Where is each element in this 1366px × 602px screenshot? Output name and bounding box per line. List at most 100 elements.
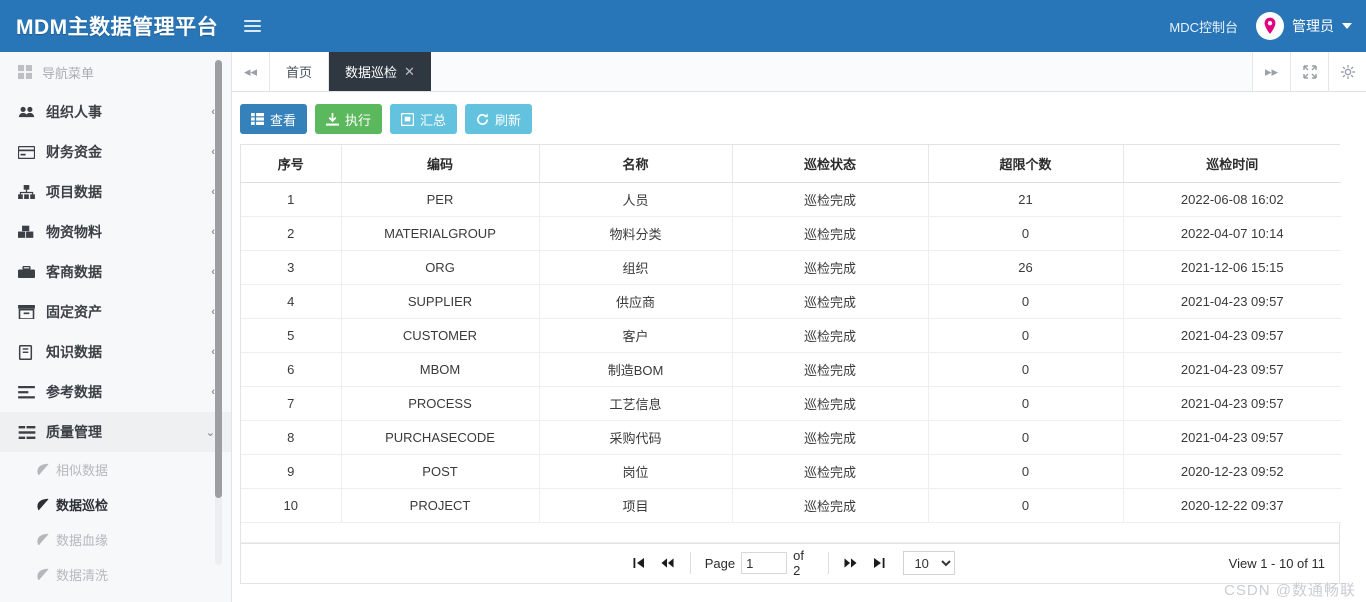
sidebar-subitem-data-lineage[interactable]: 数据血缘 xyxy=(0,522,231,557)
table-row[interactable]: 3 ORG 组织 巡检完成 26 2021-12-06 15:15 xyxy=(241,250,1341,285)
credit-card-icon xyxy=(18,145,40,159)
first-page-button[interactable] xyxy=(625,549,653,577)
sidebar-scrollbar-thumb[interactable] xyxy=(215,60,222,498)
cell-code: SUPPLIER xyxy=(341,284,540,319)
mdc-console-link[interactable]: MDC控制台 xyxy=(1169,17,1238,36)
sidebar-subitem-data-cleansing[interactable]: 数据清洗 xyxy=(0,557,231,592)
cell-index: 7 xyxy=(241,386,342,421)
cell-index: 9 xyxy=(241,454,342,489)
cell-code: PROJECT xyxy=(341,488,540,523)
inspection-table: 序号 编码 名称 巡检状态 超限个数 巡检时间 1 PER 人员 巡检完成 21 2022… xyxy=(241,145,1341,523)
table-row[interactable]: 10 PROJECT 项目 巡检完成 0 2020-12-22 09:37 xyxy=(241,488,1341,523)
column-header-time[interactable]: 巡检时间 xyxy=(1123,145,1341,183)
table-row[interactable]: 7 PROCESS 工艺信息 巡检完成 0 2021-04-23 09:57 xyxy=(241,386,1341,421)
table-row[interactable]: 9 POST 岗位 巡检完成 0 2020-12-23 09:52 xyxy=(241,454,1341,489)
refresh-icon xyxy=(476,113,489,126)
page-total-label: of 2 xyxy=(793,548,804,578)
leaf-icon xyxy=(36,498,56,511)
cell-code: MATERIALGROUP xyxy=(341,216,540,251)
user-menu[interactable]: 管理员 xyxy=(1256,12,1352,40)
table-row[interactable]: 2 MATERIALGROUP 物料分类 巡检完成 0 2022-04-07 10:14 xyxy=(241,216,1341,251)
table-row[interactable]: 1 PER 人员 巡检完成 21 2022-06-08 16:02 xyxy=(241,182,1341,217)
tab-label: 数据巡检 xyxy=(345,65,398,80)
sidebar-item-project[interactable]: 项目数据 ‹ xyxy=(0,172,231,212)
cell-index: 10 xyxy=(241,488,342,523)
tab-data-inspection[interactable]: 数据巡检 ✕ xyxy=(329,52,431,91)
cell-time: 2021-04-23 09:57 xyxy=(1123,420,1341,455)
inbox-icon xyxy=(401,112,415,126)
column-header-index[interactable]: 序号 xyxy=(241,145,342,183)
sidebar-item-organization[interactable]: 组织人事 ‹ xyxy=(0,92,231,132)
cell-code: MBOM xyxy=(341,352,540,387)
sidebar-item-customer-vendor[interactable]: 客商数据 ‹ xyxy=(0,252,231,292)
tab-home[interactable]: 首页 xyxy=(270,52,330,91)
gear-icon[interactable] xyxy=(1328,52,1366,91)
column-header-exceed-count[interactable]: 超限个数 xyxy=(928,145,1124,183)
summary-button[interactable]: 汇总 xyxy=(390,104,458,134)
cell-exceed-count: 0 xyxy=(928,216,1124,251)
cell-name: 项目 xyxy=(539,488,733,523)
cell-index: 4 xyxy=(241,284,342,319)
table-row[interactable]: 5 CUSTOMER 客户 巡检完成 0 2021-04-23 09:57 xyxy=(241,318,1341,353)
cell-exceed-count: 0 xyxy=(928,284,1124,319)
cell-exceed-count: 0 xyxy=(928,488,1124,523)
sidebar-item-label: 组织人事 xyxy=(46,104,102,120)
sidebar-scrollbar-track[interactable] xyxy=(215,60,222,565)
execute-button[interactable]: 执行 xyxy=(315,104,383,134)
double-chevron-right-icon[interactable]: ▸▸ xyxy=(1252,52,1290,91)
column-header-code[interactable]: 编码 xyxy=(341,145,540,183)
cell-code: ORG xyxy=(341,250,540,285)
table-row[interactable]: 4 SUPPLIER 供应商 巡检完成 0 2021-04-23 09:57 xyxy=(241,284,1341,319)
sidebar-item-label: 知识数据 xyxy=(46,344,102,360)
sidebar-item-reference[interactable]: 参考数据 ‹ xyxy=(0,372,231,412)
grid-icon xyxy=(18,65,32,79)
column-header-name[interactable]: 名称 xyxy=(539,145,733,183)
hamburger-icon[interactable] xyxy=(232,0,272,52)
cell-status: 巡检完成 xyxy=(732,352,929,387)
sidebar-item-fixed-assets[interactable]: 固定资产 ‹ xyxy=(0,292,231,332)
sidebar-item-quality-management[interactable]: 质量管理 ⌄ xyxy=(0,412,231,452)
sidebar-item-label: 客商数据 xyxy=(46,264,102,280)
last-page-button[interactable] xyxy=(865,549,893,577)
cell-code: PURCHASECODE xyxy=(341,420,540,455)
sidebar-item-label: 质量管理 xyxy=(46,424,102,440)
table-body: 1 PER 人员 巡检完成 21 2022-06-08 16:02 2 MATERIALGRO… xyxy=(241,182,1341,523)
double-chevron-left-icon[interactable]: ◂◂ xyxy=(232,52,270,91)
table-row[interactable]: 6 MBOM 制造BOM 巡检完成 0 2021-04-23 09:57 xyxy=(241,352,1341,387)
tab-label: 首页 xyxy=(286,65,313,80)
sidebar-item-knowledge[interactable]: 知识数据 ‹ xyxy=(0,332,231,372)
sidebar-item-label: 固定资产 xyxy=(46,304,102,320)
prev-page-button[interactable] xyxy=(653,549,681,577)
sidebar-subitem-similar-data[interactable]: 相似数据 xyxy=(0,452,231,487)
sidebar-item-material[interactable]: 物资物料 ‹ xyxy=(0,212,231,252)
sidebar-subitem-label: 数据血缘 xyxy=(56,533,109,548)
table-header-row: 序号 编码 名称 巡检状态 超限个数 巡检时间 xyxy=(241,145,1341,183)
expand-arrows-icon[interactable] xyxy=(1290,52,1328,91)
pagination-controls: Page of 2 102050100 xyxy=(625,548,955,578)
grid-empty-filler xyxy=(241,522,1339,543)
cell-time: 2021-04-23 09:57 xyxy=(1123,284,1341,319)
table-row[interactable]: 8 PURCHASECODE 采购代码 巡检完成 0 2021-04-23 09:57 xyxy=(241,420,1341,455)
tab-bar: ◂◂ 首页 数据巡检 ✕ ▸▸ xyxy=(232,52,1366,92)
leaf-icon xyxy=(36,568,56,581)
cell-status: 巡检完成 xyxy=(732,182,929,217)
cell-status: 巡检完成 xyxy=(732,488,929,523)
page-size-select[interactable]: 102050100 xyxy=(903,551,955,575)
page-number-input[interactable] xyxy=(741,552,788,574)
column-header-status[interactable]: 巡检状态 xyxy=(732,145,929,183)
cell-status: 巡检完成 xyxy=(732,250,929,285)
record-range-label: View 1 - 10 of 11 xyxy=(1228,555,1325,571)
cell-exceed-count: 0 xyxy=(928,318,1124,353)
next-page-button[interactable] xyxy=(837,549,865,577)
close-icon[interactable]: ✕ xyxy=(404,64,415,80)
cell-index: 3 xyxy=(241,250,342,285)
sidebar-subitem-data-inspection[interactable]: 数据巡检 xyxy=(0,487,231,522)
main-content: 查看 执行 汇总 刷新 序号 编码 名称 巡检状态 超限个数 巡检时间 1 PE… xyxy=(232,92,1366,602)
sidebar-item-finance[interactable]: 财务资金 ‹ xyxy=(0,132,231,172)
cell-code: PER xyxy=(341,182,540,217)
view-button[interactable]: 查看 xyxy=(240,104,308,134)
book-icon xyxy=(18,344,40,360)
refresh-button[interactable]: 刷新 xyxy=(465,104,533,134)
cell-time: 2021-12-06 15:15 xyxy=(1123,250,1341,285)
chevron-down-icon: ⌄ xyxy=(205,426,215,439)
